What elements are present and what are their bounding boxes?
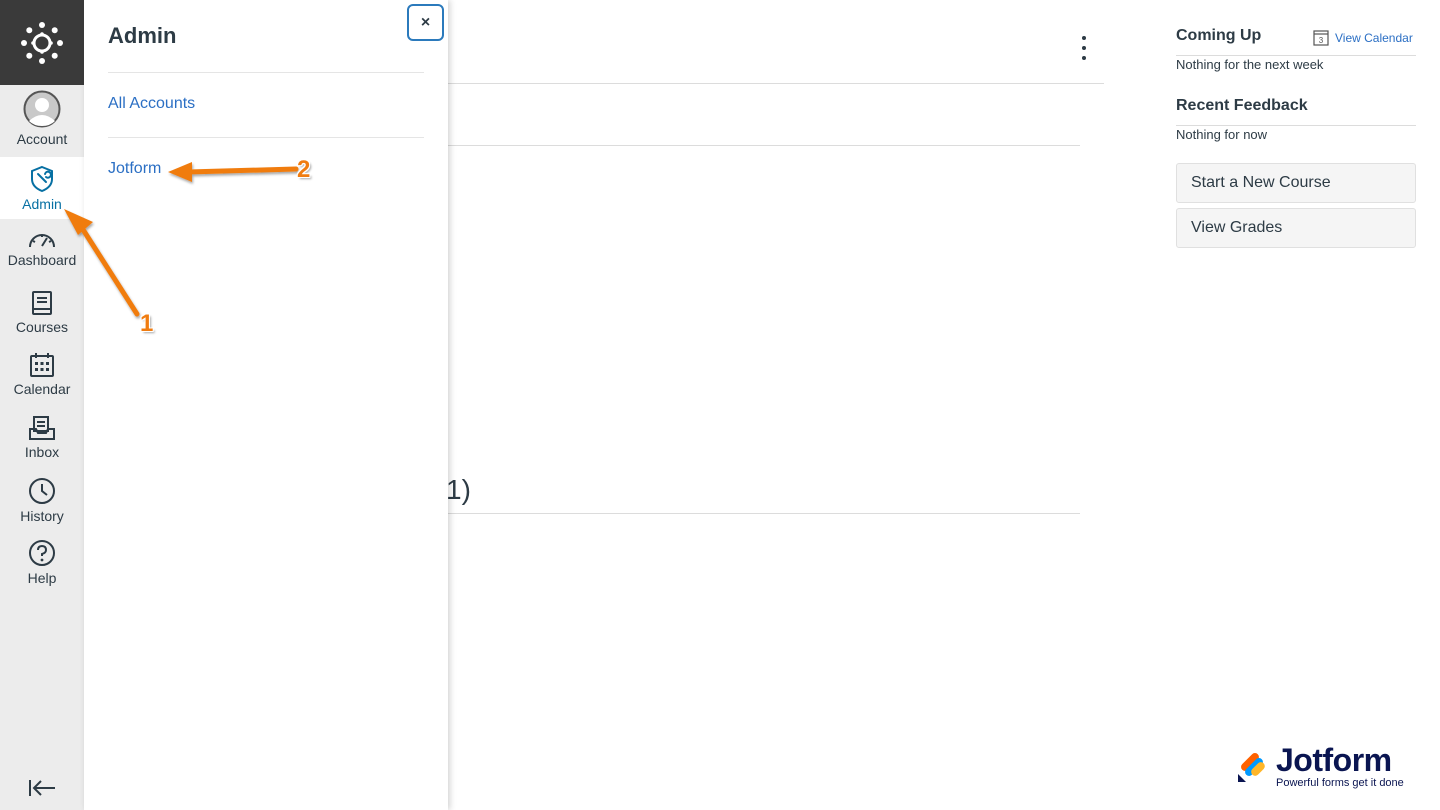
jotform-account-link[interactable]: Jotform xyxy=(108,160,161,178)
coming-up-empty-text: Nothing for the next week xyxy=(1176,57,1324,72)
nav-label-account: Account xyxy=(16,131,68,147)
jotform-watermark: Jotform Powerful forms get it done xyxy=(1236,744,1404,789)
partial-heading-text: 1) xyxy=(446,474,471,505)
nav-item-courses[interactable]: Courses xyxy=(0,290,84,335)
start-new-course-button[interactable]: Start a New Course xyxy=(1176,163,1416,203)
close-icon: × xyxy=(420,13,431,31)
nav-item-inbox[interactable]: Inbox xyxy=(0,415,84,460)
help-icon xyxy=(29,540,55,566)
view-grades-button[interactable]: View Grades xyxy=(1176,208,1416,248)
nav-label-inbox: Inbox xyxy=(24,444,60,460)
kebab-dot xyxy=(1082,56,1086,60)
nav-item-calendar[interactable]: Calendar xyxy=(0,352,84,397)
nav-label-admin: Admin xyxy=(22,196,62,212)
nav-item-history[interactable]: History xyxy=(0,477,84,524)
nav-item-dashboard[interactable]: Dashboard xyxy=(0,229,84,268)
calendar-icon xyxy=(30,353,54,377)
canvas-dashboard-page: Account Admin Dashboard Courses Calendar… xyxy=(0,0,1440,810)
nav-label-dashboard: Dashboard xyxy=(7,252,77,268)
content-divider xyxy=(448,513,1080,514)
view-calendar-label: View Calendar xyxy=(1335,30,1413,45)
coming-up-heading: Coming Up xyxy=(1176,27,1262,44)
nav-item-admin[interactable]: Admin xyxy=(0,157,84,219)
jotform-logo-icon xyxy=(1238,752,1265,782)
recent-feedback-heading: Recent Feedback xyxy=(1176,97,1308,114)
close-tray-button[interactable]: × xyxy=(407,4,444,41)
content-divider xyxy=(448,145,1080,146)
tray-divider xyxy=(108,137,424,138)
calendar-day-number: 3 xyxy=(1319,36,1324,45)
collapse-nav-icon xyxy=(29,780,55,796)
kebab-dot xyxy=(1082,46,1086,50)
header-divider xyxy=(448,83,1104,84)
nav-item-help[interactable]: Help xyxy=(0,539,84,586)
kebab-dot xyxy=(1082,36,1086,40)
canvas-logo[interactable] xyxy=(0,0,84,85)
global-navigation: Account Admin Dashboard Courses Calendar… xyxy=(0,0,84,810)
nav-item-account[interactable]: Account xyxy=(0,90,84,147)
clock-icon xyxy=(29,478,55,504)
feedback-empty-text: Nothing for now xyxy=(1176,127,1268,142)
step-2-number: 2 xyxy=(297,156,311,183)
view-calendar-link[interactable]: 3 View Calendar xyxy=(1313,29,1413,46)
feedback-divider xyxy=(1176,125,1416,126)
watermark-tagline: Powerful forms get it done xyxy=(1276,777,1404,789)
nav-label-history: History xyxy=(20,508,64,524)
admin-tray: Admin × All Accounts Jotform xyxy=(84,0,448,810)
collapse-nav-button[interactable] xyxy=(26,776,58,800)
step-1-number: 1 xyxy=(140,310,154,337)
tray-divider xyxy=(108,72,424,73)
nav-label-calendar: Calendar xyxy=(13,381,71,397)
book-icon xyxy=(32,291,52,315)
inbox-icon xyxy=(29,416,55,440)
shield-icon xyxy=(31,165,53,193)
watermark-name: Jotform xyxy=(1276,742,1392,778)
tray-title: Admin xyxy=(108,23,177,48)
nav-label-help: Help xyxy=(27,570,57,586)
dashboard-icon xyxy=(29,234,55,248)
coming-up-divider xyxy=(1176,55,1416,56)
all-accounts-link[interactable]: All Accounts xyxy=(108,95,195,113)
calendar-small-icon: 3 xyxy=(1313,30,1329,46)
avatar-icon xyxy=(23,90,61,128)
dashboard-options-button[interactable] xyxy=(1074,36,1094,60)
canvas-logo-icon xyxy=(21,21,63,64)
nav-label-courses: Courses xyxy=(15,319,69,335)
